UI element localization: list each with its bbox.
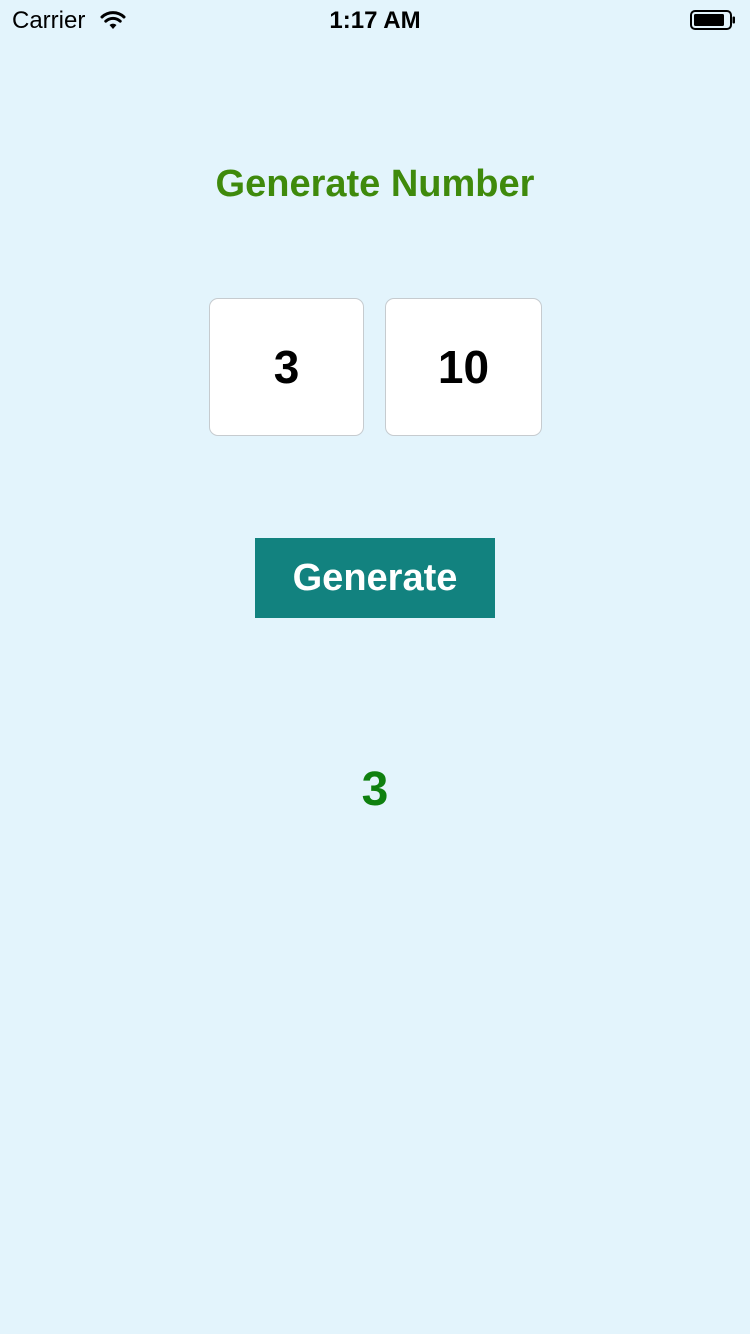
status-bar: Carrier 1:17 AM: [0, 0, 750, 40]
battery-icon: [690, 10, 735, 30]
page-title: Generate Number: [215, 163, 535, 205]
clock: 1:17 AM: [329, 7, 421, 34]
min-number-input[interactable]: 3: [209, 298, 364, 436]
result-number: 3: [361, 763, 389, 816]
max-number-input[interactable]: 10: [385, 298, 542, 436]
generate-button[interactable]: Generate: [255, 538, 495, 618]
